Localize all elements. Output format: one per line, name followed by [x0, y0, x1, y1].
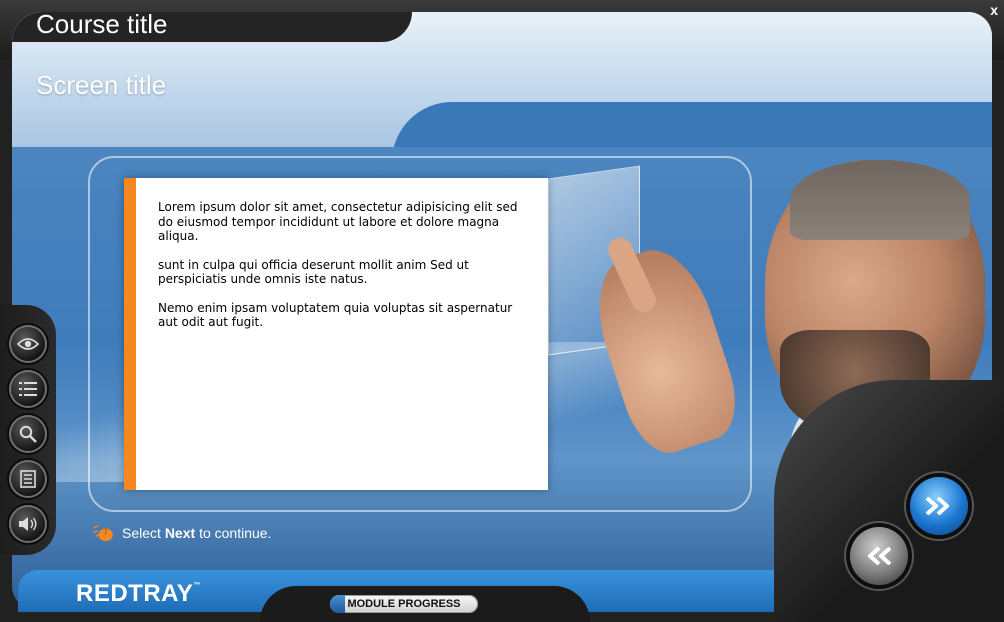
progress-label: MODULE PROGRESS	[347, 598, 461, 610]
close-button[interactable]: x	[990, 2, 998, 18]
content-paragraph: Nemo enim ipsam voluptatem quia voluptas…	[158, 300, 513, 330]
menu-button[interactable]	[9, 370, 47, 408]
progress-fill	[330, 595, 345, 613]
hint-suffix: to continue.	[199, 525, 272, 541]
module-progress-bar: MODULE PROGRESS	[330, 595, 478, 613]
hint-next-word: Next	[164, 525, 196, 541]
accent-bar	[124, 178, 136, 490]
next-button[interactable]	[910, 477, 968, 535]
search-button[interactable]	[9, 415, 47, 453]
brand-logo: REDTRAY™	[76, 580, 201, 608]
content-card: Lorem ipsum dolor sit amet, consectetur …	[124, 178, 548, 490]
eye-icon	[17, 338, 39, 350]
view-button[interactable]	[9, 325, 47, 363]
search-icon	[19, 425, 37, 443]
screen-title: Screen title	[36, 70, 167, 100]
audio-icon	[19, 517, 37, 531]
continue-hint: Select Next to continue.	[92, 524, 271, 542]
menu-list-icon	[19, 382, 37, 396]
hint-text: Select Next to continue.	[122, 525, 271, 541]
trademark-symbol: ™	[193, 582, 201, 589]
mouse-click-icon	[92, 525, 113, 542]
content-paragraph: Lorem ipsum dolor sit amet, consectetur …	[158, 200, 518, 243]
content-text: Lorem ipsum dolor sit amet, consectetur …	[158, 200, 528, 344]
nav-corner	[774, 380, 1004, 622]
logo-text: REDTRAY	[76, 580, 194, 607]
double-chevron-right-icon	[925, 497, 949, 515]
back-button[interactable]	[850, 527, 908, 585]
double-chevron-left-icon	[868, 547, 892, 565]
notes-icon	[20, 470, 36, 488]
app-window: Screen title Course title x Lorem ipsum …	[0, 0, 1004, 622]
audio-button[interactable]	[9, 505, 47, 543]
course-title: Course title	[36, 9, 168, 39]
hint-prefix: Select	[122, 525, 161, 541]
man-hair	[790, 160, 970, 240]
notes-button[interactable]	[9, 460, 47, 498]
content-paragraph: sunt in culpa qui officia deserunt molli…	[158, 257, 469, 287]
